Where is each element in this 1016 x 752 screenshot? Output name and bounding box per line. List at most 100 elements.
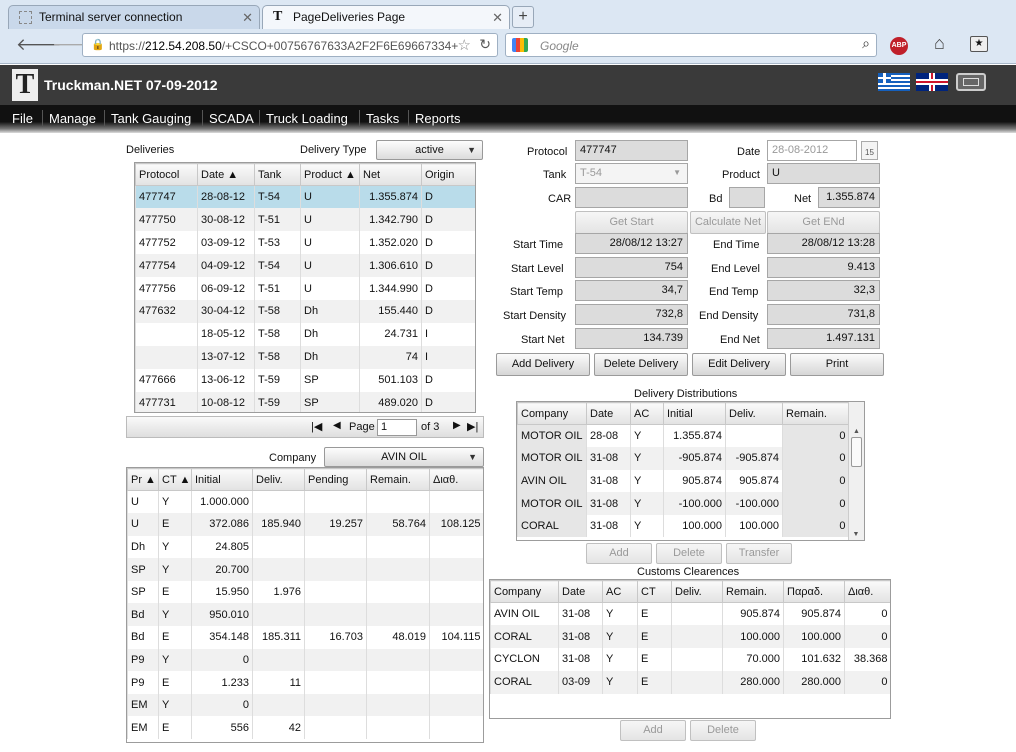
col-date[interactable]: Date [558, 580, 603, 603]
company-balance-row[interactable]: Dh Y 24.805 [127, 535, 483, 559]
home-icon[interactable]: ⌂ [934, 33, 945, 54]
close-tab-icon[interactable]: ✕ [242, 10, 253, 26]
protocol-field[interactable]: 477747 [575, 140, 688, 161]
first-page-icon[interactable]: |◀ [311, 420, 322, 433]
end-level-field[interactable]: 9.413 [767, 257, 880, 278]
scroll-down-icon[interactable]: ▼ [849, 531, 863, 538]
company-balance-row[interactable]: EM E 556 42 [127, 716, 483, 740]
scroll-thumb[interactable] [851, 437, 862, 467]
edit-delivery-button[interactable]: Edit Delivery [692, 353, 786, 376]
col-remain[interactable]: Remain. [366, 468, 430, 491]
end-temp-field[interactable]: 32,3 [767, 280, 880, 301]
delete-distribution-button[interactable]: Delete [656, 543, 722, 564]
end-time-field[interactable]: 28/08/12 13:28 [767, 233, 880, 254]
delivery-row[interactable]: 477756 06-09-12 T-51 U 1.344.990 D [135, 277, 475, 300]
col-product[interactable]: Product ▲ [300, 163, 360, 186]
delete-customs-button[interactable]: Delete [690, 720, 756, 741]
add-customs-button[interactable]: Add [620, 720, 686, 741]
company-balance-row[interactable]: P9 E 1.233 11 [127, 671, 483, 694]
distributions-scrollbar[interactable]: ▲ ▼ [848, 402, 864, 540]
delivery-row[interactable]: 477752 03-09-12 T-53 U 1.352.020 D [135, 231, 475, 255]
menu-tasks[interactable]: Tasks [359, 110, 405, 127]
last-page-icon[interactable]: ▶| [467, 420, 478, 433]
url-input[interactable]: 🔒 https://212.54.208.50/+CSCO+0075676763… [82, 33, 498, 57]
distribution-row[interactable]: MOTOR OIL 31-08 Y -100.000 -100.000 0 [517, 492, 849, 515]
bookmarks-icon[interactable]: ★ [970, 36, 988, 52]
reload-icon[interactable]: ↻ [479, 36, 491, 53]
company-balance-row[interactable]: SP Y 20.700 [127, 558, 483, 581]
col-ct[interactable]: CT [637, 580, 672, 603]
net-field[interactable]: 1.355.874 [818, 187, 880, 208]
print-button[interactable]: Print [790, 353, 884, 376]
scroll-up-icon[interactable]: ▲ [849, 428, 864, 435]
search-input[interactable]: Google ⌕ [505, 33, 877, 57]
col-net[interactable]: Net [359, 163, 422, 186]
distribution-row[interactable]: CORAL 31-08 Y 100.000 100.000 0 [517, 514, 849, 538]
star-icon[interactable]: ☆ [457, 36, 471, 54]
col-diath[interactable]: Διαθ. [429, 468, 483, 491]
end-density-field[interactable]: 731,8 [767, 304, 880, 325]
company-select[interactable]: AVIN OIL ▼ [324, 447, 484, 467]
customs-row[interactable]: CORAL 31-08 Y E 100.000 100.000 0 [490, 625, 890, 649]
col-deliv[interactable]: Deliv. [671, 580, 723, 603]
menu-manage[interactable]: Manage [42, 110, 102, 127]
date-field[interactable]: 28-08-2012 [767, 140, 857, 161]
company-balance-row[interactable]: Bd Y 950.010 [127, 603, 483, 627]
page-number-input[interactable]: 1 [377, 419, 417, 436]
col-deliv[interactable]: Deliv. [725, 402, 783, 425]
company-balance-row[interactable]: EM Y 0 [127, 693, 483, 717]
col-company[interactable]: Company [490, 580, 559, 603]
start-temp-field[interactable]: 34,7 [575, 280, 688, 301]
col-deliv[interactable]: Deliv. [252, 468, 305, 491]
start-level-field[interactable]: 754 [575, 257, 688, 278]
delivery-row[interactable]: 477747 28-08-12 T-54 U 1.355.874 D [135, 185, 475, 209]
col-date[interactable]: Date [586, 402, 631, 425]
browser-tab-terminal[interactable]: Terminal server connection ✕ [8, 5, 260, 29]
tank-select[interactable]: T-54 ▼ [575, 163, 688, 184]
greek-flag-icon[interactable] [878, 73, 910, 91]
bd-field[interactable] [729, 187, 765, 208]
close-tab-icon[interactable]: ✕ [492, 10, 503, 26]
exit-icon[interactable] [956, 73, 986, 91]
col-ct[interactable]: CT ▲ [158, 468, 192, 491]
delete-delivery-button[interactable]: Delete Delivery [594, 353, 688, 376]
menu-reports[interactable]: Reports [408, 110, 467, 127]
delivery-row[interactable]: 477750 30-08-12 T-51 U 1.342.790 D [135, 208, 475, 232]
new-tab-button[interactable]: + [512, 6, 534, 28]
get-start-button[interactable]: Get Start [575, 211, 688, 234]
company-balance-row[interactable]: Bd E 354.148 185.311 16.703 48.019 104.115 [127, 626, 483, 649]
distribution-row[interactable]: MOTOR OIL 31-08 Y -905.874 -905.874 0 [517, 447, 849, 470]
magnifier-icon[interactable]: ⌕ [862, 35, 870, 52]
product-field[interactable]: U [767, 163, 880, 184]
col-initial[interactable]: Initial [663, 402, 726, 425]
col-date[interactable]: Date ▲ [197, 163, 255, 186]
delivery-row[interactable]: 13-07-12 T-58 Dh 74 I [135, 345, 475, 369]
delivery-row[interactable]: 477632 30-04-12 T-58 Dh 155.440 D [135, 299, 475, 323]
get-end-button[interactable]: Get ENd [767, 211, 880, 234]
delivery-row[interactable]: 477731 10-08-12 T-59 SP 489.020 D [135, 391, 475, 412]
col-protocol[interactable]: Protocol [135, 163, 198, 186]
company-balance-row[interactable]: SP E 15.950 1.976 [127, 580, 483, 604]
company-balance-row[interactable]: U E 372.086 185.940 19.257 58.764 108.125 [127, 513, 483, 536]
end-net-field[interactable]: 1.497.131 [767, 328, 880, 349]
company-balance-row[interactable]: P9 Y 0 [127, 648, 483, 672]
car-field[interactable] [575, 187, 688, 208]
delivery-row[interactable]: 477666 13-06-12 T-59 SP 501.103 D [135, 368, 475, 392]
customs-row[interactable]: CYCLON 31-08 Y E 70.000 101.632 38.368 [490, 648, 890, 671]
menu-file[interactable]: File [6, 110, 39, 127]
customs-row[interactable]: CORAL 03-09 Y E 280.000 280.000 0 [490, 670, 890, 694]
uk-flag-icon[interactable] [916, 73, 948, 91]
distribution-row[interactable]: AVIN OIL 31-08 Y 905.874 905.874 0 [517, 469, 849, 493]
col-origin[interactable]: Origin [421, 163, 475, 186]
start-time-field[interactable]: 28/08/12 13:27 [575, 233, 688, 254]
customs-row[interactable]: AVIN OIL 31-08 Y E 905.874 905.874 0 [490, 602, 890, 626]
col-ac[interactable]: AC [630, 402, 664, 425]
start-net-field[interactable]: 134.739 [575, 328, 688, 349]
col-tank[interactable]: Tank [254, 163, 301, 186]
menu-truck-loading[interactable]: Truck Loading [259, 110, 354, 127]
col-remain[interactable]: Remain. [722, 580, 784, 603]
company-balance-row[interactable]: U Y 1.000.000 [127, 490, 483, 514]
col-pending[interactable]: Pending [304, 468, 367, 491]
delivery-row[interactable]: 477754 04-09-12 T-54 U 1.306.610 D [135, 254, 475, 278]
col-company[interactable]: Company [517, 402, 587, 425]
